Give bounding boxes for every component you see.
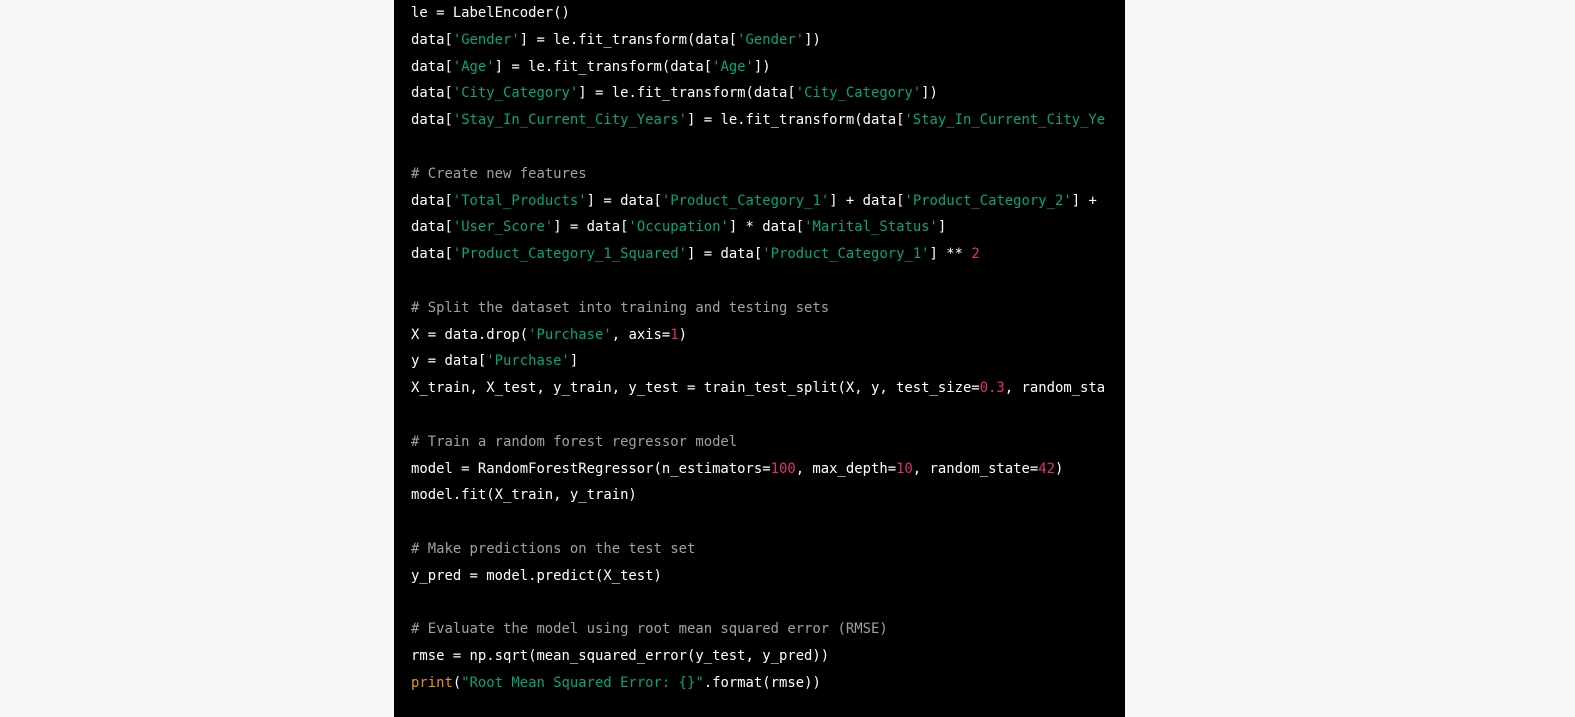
code-text: ) [1054, 460, 1064, 477]
code-line: # Create new features [411, 161, 1105, 188]
code-line: data['City_Category'] = le.fit_transform… [411, 80, 1105, 107]
code-text: data[ [411, 31, 453, 48]
code-text: ] [937, 219, 947, 236]
comment: # Split the dataset into training and te… [411, 299, 830, 316]
string-literal: 'Stay_In_Current_City_Ye [904, 112, 1106, 129]
code-line: data['Stay_In_Current_City_Years'] = le.… [411, 107, 1105, 134]
string-literal: 'Gender' [452, 31, 520, 48]
code-text: ] = le.fit_transform(data[ [494, 58, 713, 75]
string-literal: 'Total_Products' [452, 192, 587, 209]
string-literal: 'Gender' [737, 31, 805, 48]
number-literal: 0.3 [979, 380, 1005, 397]
string-literal: 'Stay_In_Current_City_Years' [452, 112, 687, 129]
code-text: ] = data[ [687, 246, 763, 263]
code-text: ]) [804, 31, 821, 48]
comment: # Make predictions on the test set [411, 540, 696, 557]
code-text: data[ [411, 112, 453, 129]
code-text: ] = le.fit_transform(data[ [578, 85, 796, 102]
string-literal: 'Marital_Status' [804, 219, 938, 236]
code-block: le = LabelEncoder() data['Gender'] = le.f… [394, 0, 1125, 717]
code-text: data[ [411, 246, 453, 263]
string-literal: 'Age' [712, 58, 754, 75]
string-literal: 'Product_Category_2' [904, 192, 1072, 209]
code-line: model.fit(X_train, y_train) [411, 482, 1105, 509]
code-line: # Train a random forest regressor model [411, 429, 1105, 456]
code-text: .format(rmse)) [703, 674, 821, 691]
code-line: X = data.drop('Purchase', axis=1) [411, 322, 1105, 349]
code-text: ] + data[ [829, 192, 905, 209]
code-text: model = RandomForestRegressor(n_estimato… [411, 460, 771, 477]
string-literal: "Root Mean Squared Error: {}" [461, 674, 704, 691]
code-text: ] [569, 353, 579, 370]
number-literal: 1 [670, 326, 679, 343]
builtin-keyword: print [411, 674, 453, 691]
code-line: data['Age'] = le.fit_transform(data['Age… [411, 54, 1105, 81]
code-text: ] = le.fit_transform(data[ [519, 31, 738, 48]
code-text: ] * data[ [728, 219, 805, 236]
comment: # Evaluate the model using root mean squ… [411, 621, 888, 638]
number-literal: 42 [1038, 460, 1055, 477]
string-literal: 'User_Score' [452, 219, 554, 236]
number-literal: 2 [971, 246, 980, 263]
code-text: model.fit(X_train, y_train) [411, 487, 637, 504]
code-text: rmse = np.sqrt(mean_squared_error(y_test… [411, 648, 830, 665]
string-literal: 'Product_Category_1' [661, 192, 830, 209]
code-text: data[ [411, 85, 453, 102]
code-line: y_pred = model.predict(X_test) [411, 563, 1105, 590]
code-text: ]) [921, 85, 938, 102]
code-text: ) [678, 326, 688, 343]
code-text: le = LabelEncoder() [411, 5, 570, 21]
code-text: X = data.drop( [411, 326, 529, 343]
code-text: data[ [411, 192, 453, 209]
string-literal: 'Product_Category_1' [762, 246, 930, 263]
code-line: data['Product_Category_1_Squared'] = dat… [411, 241, 1105, 268]
code-text: data[ [411, 219, 453, 236]
code-line: # Evaluate the model using root mean squ… [411, 616, 1105, 643]
code-line: X_train, X_test, y_train, y_test = train… [411, 375, 1105, 402]
code-line: data['Gender'] = le.fit_transform(data['… [411, 27, 1105, 54]
code-text: ] + [1071, 192, 1097, 209]
number-literal: 10 [896, 460, 913, 477]
code-line: model = RandomForestRegressor(n_estimato… [411, 456, 1105, 483]
string-literal: 'Occupation' [628, 219, 729, 236]
code-line: data['Total_Products'] = data['Product_C… [411, 188, 1105, 215]
code-text: ] = data[ [553, 219, 629, 236]
string-literal: 'Purchase' [486, 353, 570, 370]
string-literal: 'Age' [452, 58, 495, 75]
code-text: data[ [411, 58, 453, 75]
code-text: ] = data[ [586, 192, 662, 209]
code-text: , random_state= [912, 460, 1039, 477]
code-text: ] ** [929, 246, 972, 263]
code-line: # Split the dataset into training and te… [411, 295, 1105, 322]
code-line: print("Root Mean Squared Error: {}".form… [411, 670, 1105, 697]
number-literal: 100 [770, 460, 796, 477]
code-text: ]) [753, 58, 771, 75]
code-text: , random_sta [1004, 380, 1106, 397]
comment: # Train a random forest regressor model [411, 433, 738, 450]
code-text: , max_depth= [795, 460, 897, 477]
string-literal: 'Purchase' [528, 326, 612, 343]
string-literal: 'City_Category' [795, 85, 922, 102]
code-line: # Make predictions on the test set [411, 536, 1105, 563]
code-line: y = data['Purchase'] [411, 348, 1105, 375]
code-text: , axis= [611, 326, 671, 343]
comment: # Create new features [411, 165, 587, 182]
code-text: X_train, X_test, y_train, y_test = train… [411, 380, 980, 397]
string-literal: 'City_Category' [452, 85, 579, 102]
code-line: rmse = np.sqrt(mean_squared_error(y_test… [411, 643, 1105, 670]
code-content: le = LabelEncoder() data['Gender'] = le.f… [411, 0, 1105, 697]
string-literal: 'Product_Category_1_Squared' [452, 246, 687, 263]
code-text: ] = le.fit_transform(data[ [687, 112, 905, 129]
code-line: le = LabelEncoder() [411, 0, 1105, 27]
code-text: ( [452, 674, 462, 691]
code-text: y = data[ [411, 353, 487, 370]
code-line: data['User_Score'] = data['Occupation'] … [411, 214, 1105, 241]
code-text: y_pred = model.predict(X_test) [411, 567, 662, 584]
